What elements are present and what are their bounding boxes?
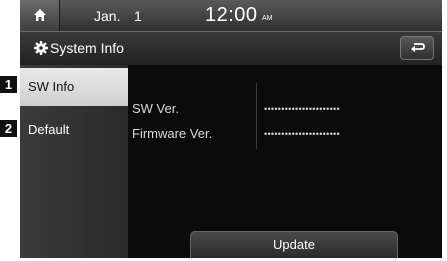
sidebar-item-label: Default bbox=[28, 122, 70, 137]
back-button[interactable] bbox=[400, 36, 434, 60]
sidebar-item-label: SW Info bbox=[28, 79, 75, 94]
date-month: Jan. bbox=[94, 8, 121, 24]
page-title: System Info bbox=[50, 40, 124, 56]
sidebar: SW Info Default bbox=[20, 65, 128, 258]
firmware-ver-value: •••••••••••••••••••••• bbox=[264, 129, 340, 139]
clock-time: 12:00 bbox=[205, 4, 258, 26]
title-bar: System Info bbox=[20, 31, 442, 65]
divider bbox=[256, 83, 257, 149]
sw-ver-label: SW Ver. bbox=[132, 101, 179, 116]
sidebar-item-sw-info[interactable]: SW Info bbox=[20, 68, 128, 106]
status-bar: Jan. 1 12:00 AM bbox=[20, 0, 442, 31]
date-day: 1 bbox=[134, 8, 142, 24]
firmware-ver-label: Firmware Ver. bbox=[132, 126, 213, 141]
sw-ver-value: •••••••••••••••••••••• bbox=[264, 104, 340, 114]
home-button[interactable] bbox=[20, 0, 60, 31]
home-icon bbox=[34, 9, 46, 21]
callout-number-1: 1 bbox=[0, 76, 17, 93]
callout-number-2: 2 bbox=[0, 120, 17, 137]
back-arrow-icon bbox=[411, 43, 425, 53]
infotainment-screen: Jan. 1 12:00 AM System Info SW Info Defa… bbox=[20, 0, 442, 258]
update-button[interactable]: Update bbox=[190, 231, 398, 258]
gear-icon bbox=[34, 41, 48, 55]
clock-ampm: AM bbox=[262, 15, 273, 22]
sidebar-item-default[interactable]: Default bbox=[20, 111, 128, 149]
main-content: SW Ver. Firmware Ver. ••••••••••••••••••… bbox=[128, 65, 442, 258]
